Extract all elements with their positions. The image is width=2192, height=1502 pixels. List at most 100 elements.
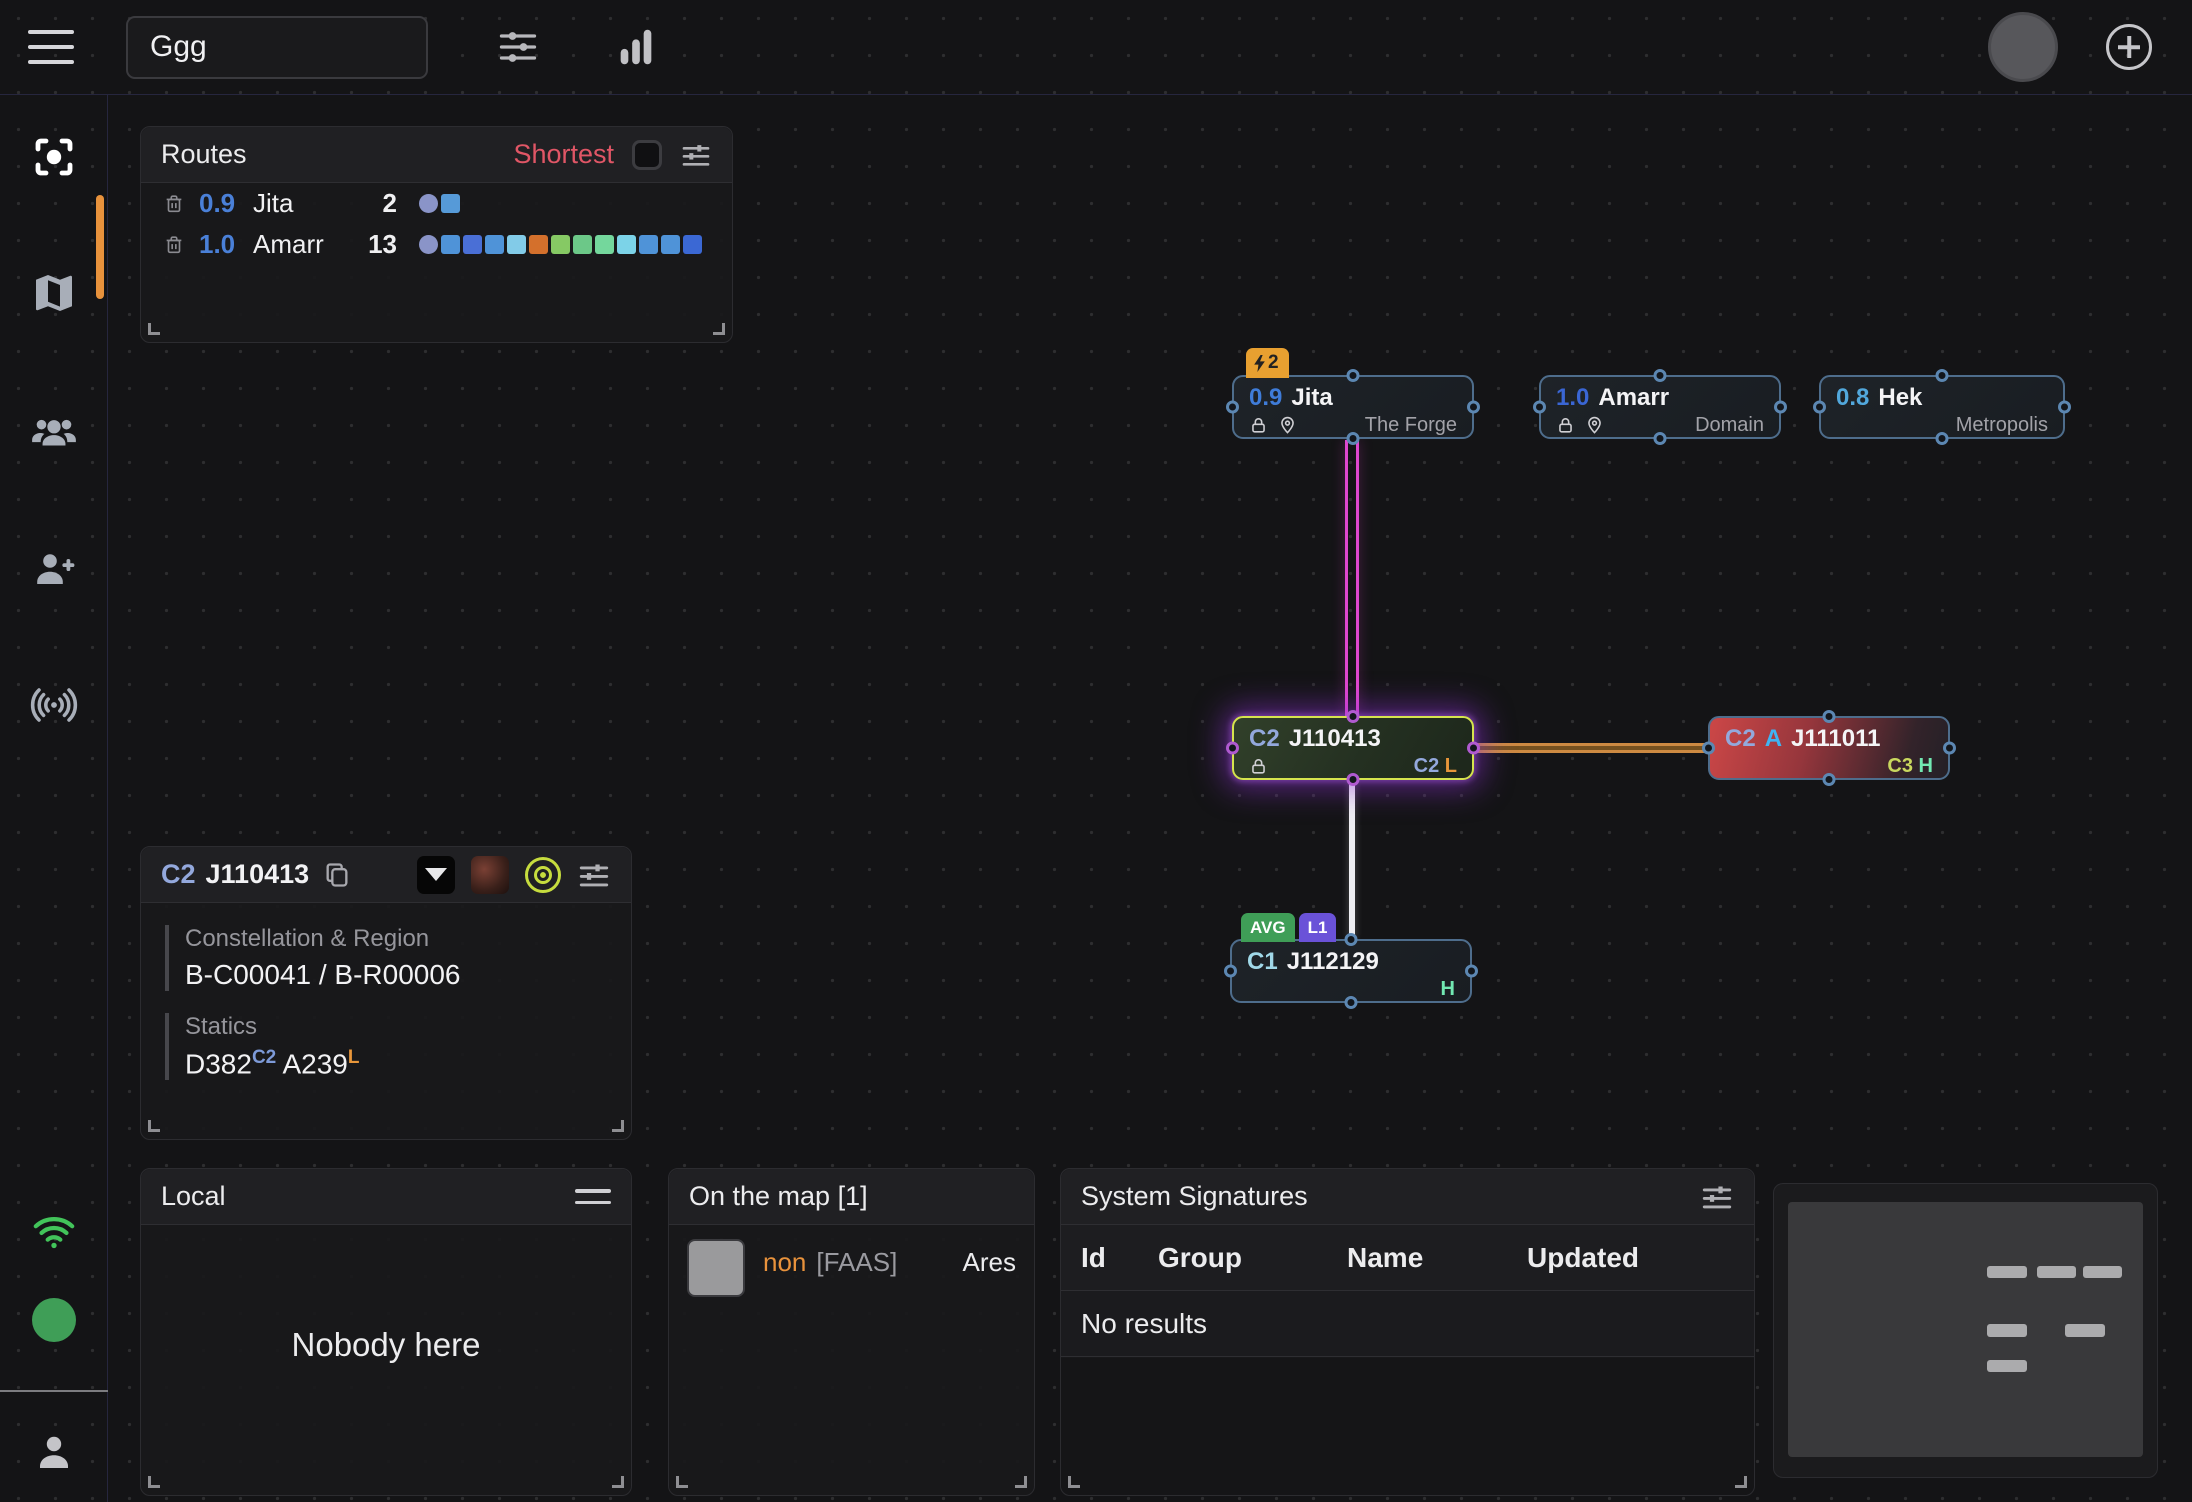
system-node-j112129[interactable]: AVG L1 C1 J112129 H: [1230, 939, 1472, 1003]
system-node-amarr[interactable]: 1.0 Amarr Domain: [1539, 375, 1781, 439]
node-handle[interactable]: [1936, 369, 1949, 382]
online-status[interactable]: [0, 1276, 108, 1364]
route-row[interactable]: 0.9 Jita 2: [141, 183, 732, 224]
sidebar-item-characters[interactable]: [0, 389, 108, 477]
sidebar-item-add-character[interactable]: [0, 525, 108, 613]
signatures-column-headers[interactable]: Id Group Name Updated: [1061, 1225, 1754, 1291]
resize-handle[interactable]: [148, 1476, 160, 1488]
on-the-map-header[interactable]: On the map [1]: [669, 1169, 1034, 1225]
location-pin-icon: [1278, 416, 1297, 435]
local-menu-icon[interactable]: [575, 1189, 611, 1204]
resize-handle[interactable]: [1015, 1476, 1027, 1488]
faction-avatar[interactable]: [471, 856, 509, 894]
node-handle[interactable]: [1654, 432, 1667, 445]
resize-handle[interactable]: [612, 1476, 624, 1488]
node-handle[interactable]: [1345, 933, 1358, 946]
node-handle[interactable]: [1654, 369, 1667, 382]
static-2-range: L: [348, 1047, 360, 1068]
status-dot: [32, 1298, 76, 1342]
security-status: 0.8: [1836, 384, 1869, 412]
delete-route-icon[interactable]: [163, 193, 185, 215]
minimap-node: [1987, 1266, 2027, 1278]
security-status: 1.0: [1556, 384, 1589, 412]
node-handle[interactable]: [1774, 401, 1787, 414]
resize-handle[interactable]: [148, 323, 160, 335]
node-handle[interactable]: [1533, 401, 1546, 414]
minimap-node: [2065, 1324, 2105, 1336]
sidebar-item-maps[interactable]: [0, 249, 108, 337]
add-button[interactable]: [2106, 24, 2152, 70]
map-name-select[interactable]: Ggg: [126, 16, 428, 79]
sidebar-item-profile[interactable]: [0, 1402, 108, 1502]
system-node-hek[interactable]: 0.8 Hek Metropolis: [1819, 375, 2065, 439]
column-group[interactable]: Group: [1158, 1242, 1347, 1274]
node-handle[interactable]: [1467, 401, 1480, 414]
node-handle[interactable]: [1226, 742, 1239, 755]
user-avatar[interactable]: [1988, 12, 2058, 82]
signatures-header[interactable]: System Signatures: [1061, 1169, 1754, 1225]
node-handle[interactable]: [1465, 965, 1478, 978]
node-handle[interactable]: [1347, 710, 1360, 723]
pilot-row[interactable]: non [FAAS] Ares: [669, 1225, 1034, 1297]
route-row[interactable]: 1.0 Amarr 13: [141, 224, 732, 265]
broadcast-icon: [29, 680, 79, 730]
copy-icon[interactable]: [323, 861, 351, 889]
node-handle[interactable]: [1226, 401, 1239, 414]
system-info-header[interactable]: C2 J110413: [141, 847, 631, 903]
local-header[interactable]: Local: [141, 1169, 631, 1225]
effect-badge-avg: AVG: [1241, 913, 1295, 942]
resize-handle[interactable]: [1735, 1476, 1747, 1488]
routes-header[interactable]: Routes Shortest: [141, 127, 732, 183]
connection-j110413-j112129[interactable]: [1349, 780, 1355, 939]
node-handle[interactable]: [1936, 432, 1949, 445]
route-hop: [573, 235, 592, 254]
constellation-region-section: Constellation & Region B-C00041 / B-R000…: [165, 925, 607, 991]
system-node-j111011[interactable]: C2 A J111011 C3 H: [1708, 716, 1950, 780]
node-handle[interactable]: [1347, 432, 1360, 445]
sidebar-item-tracking[interactable]: [0, 661, 108, 749]
connection-jita-j110413[interactable]: [1345, 440, 1359, 716]
node-handle[interactable]: [1823, 710, 1836, 723]
menu-icon[interactable]: [28, 30, 74, 64]
connection-status[interactable]: [0, 1188, 108, 1276]
delete-route-icon[interactable]: [163, 234, 185, 256]
info-settings-icon[interactable]: [577, 858, 611, 892]
system-node-jita[interactable]: 2 0.9 Jita The Forge: [1232, 375, 1474, 439]
system-node-j110413-selected[interactable]: C2 J110413 C2 L: [1232, 716, 1474, 780]
resize-handle[interactable]: [1068, 1476, 1080, 1488]
node-handle[interactable]: [1224, 965, 1237, 978]
signatures-settings-icon[interactable]: [1700, 1180, 1734, 1214]
resize-handle[interactable]: [148, 1120, 160, 1132]
node-handle[interactable]: [1823, 773, 1836, 786]
shortest-checkbox[interactable]: [632, 140, 662, 170]
person-icon: [30, 1428, 78, 1476]
node-handle[interactable]: [1345, 996, 1358, 1009]
resize-handle[interactable]: [713, 323, 725, 335]
node-handle[interactable]: [1347, 773, 1360, 786]
column-updated[interactable]: Updated: [1527, 1242, 1639, 1274]
resize-handle[interactable]: [612, 1120, 624, 1132]
range-label: H: [1441, 978, 1455, 1000]
route-hop: [419, 194, 438, 213]
triangle-flag-button[interactable]: [417, 856, 455, 894]
column-id[interactable]: Id: [1061, 1242, 1158, 1274]
node-handle[interactable]: [1347, 369, 1360, 382]
minimap-viewport[interactable]: [1788, 1202, 2143, 1457]
node-handle[interactable]: [2058, 401, 2071, 414]
node-handle[interactable]: [1943, 742, 1956, 755]
node-handle[interactable]: [1702, 742, 1715, 755]
on-the-map-title: On the map [1]: [689, 1181, 868, 1212]
column-name[interactable]: Name: [1347, 1242, 1527, 1274]
node-handle[interactable]: [1813, 401, 1826, 414]
system-signatures-panel: System Signatures Id Group Name Updated …: [1060, 1168, 1755, 1496]
target-ring-icon[interactable]: [525, 857, 561, 893]
node-handle[interactable]: [1467, 742, 1480, 755]
minimap-panel[interactable]: [1773, 1183, 2158, 1478]
connection-j110413-j111011[interactable]: [1473, 743, 1708, 753]
routes-settings-icon[interactable]: [680, 139, 712, 171]
resize-handle[interactable]: [676, 1476, 688, 1488]
route-system: Jita: [253, 188, 353, 219]
map-filter-button[interactable]: [490, 19, 546, 75]
sidebar-item-follow[interactable]: [0, 113, 108, 201]
activity-stats-button[interactable]: [608, 19, 664, 75]
